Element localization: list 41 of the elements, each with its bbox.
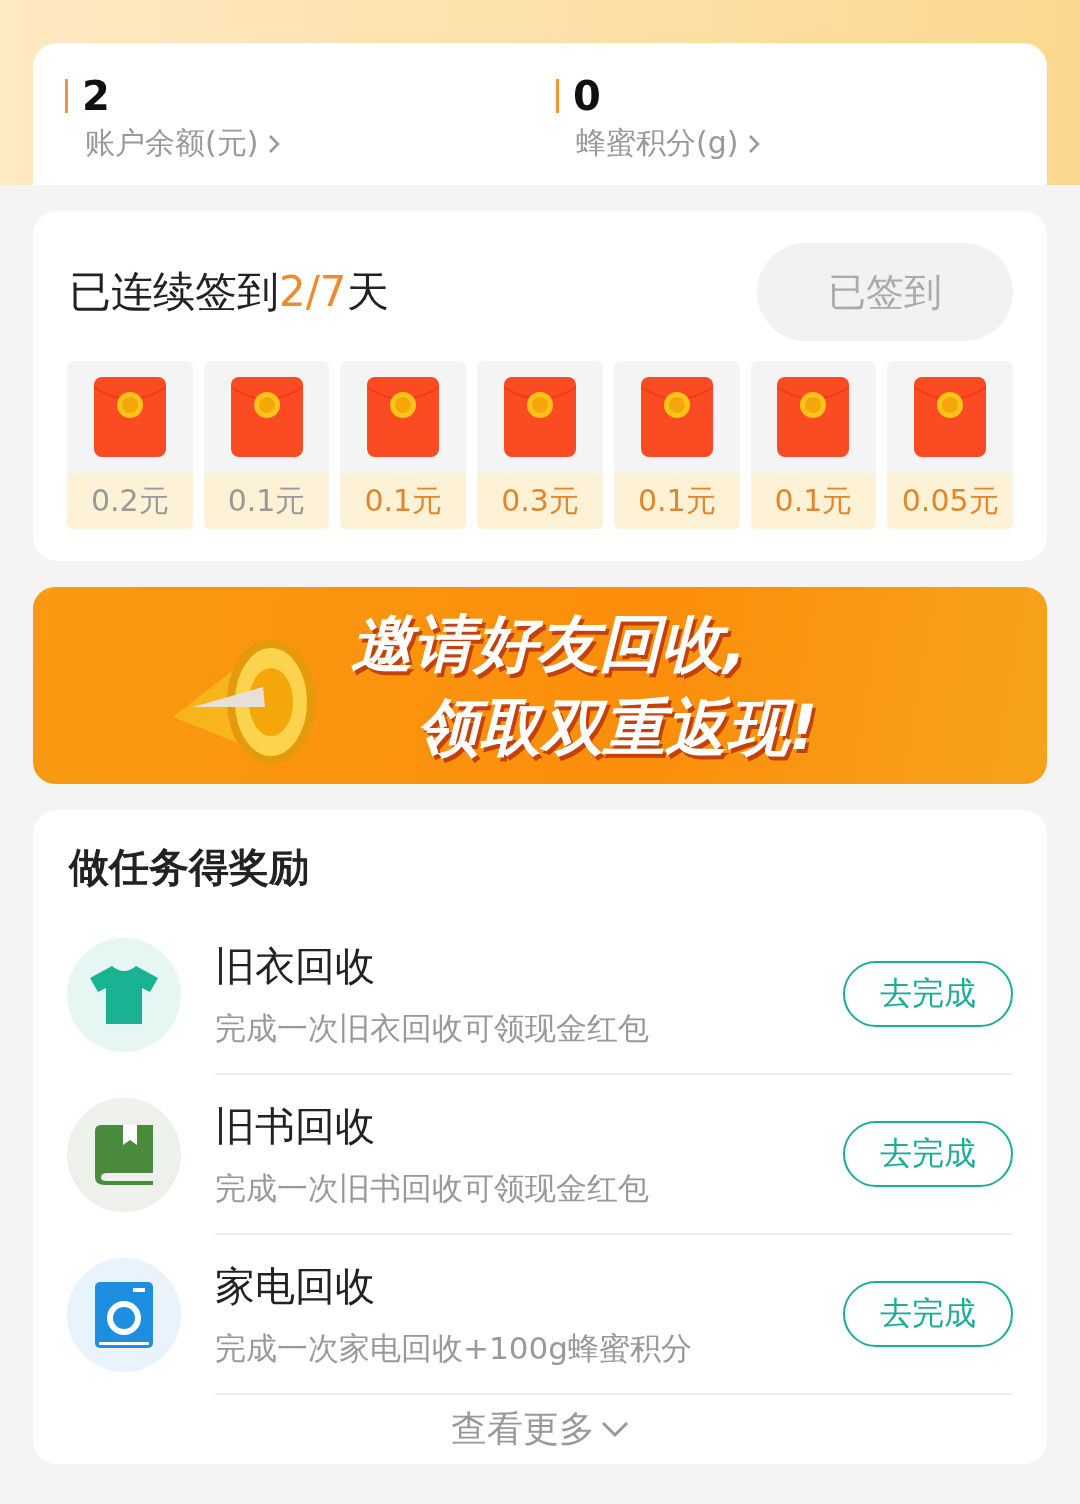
- invite-banner[interactable]: 邀请好友回收, 领取双重返现!: [33, 587, 1047, 784]
- envelope-icon: [640, 377, 713, 457]
- balance-link[interactable]: 蜂蜜积分(g): [576, 123, 1047, 164]
- t-shirt-icon: [90, 966, 158, 1024]
- banner-headline: 领取双重返现!: [417, 689, 818, 766]
- chevron-right-icon: [748, 133, 761, 154]
- tasks-title: 做任务得奖励: [67, 843, 310, 892]
- envelope-icon: [504, 377, 576, 457]
- reward-amount: 0.1元: [750, 473, 877, 529]
- reward-amount: 0.1元: [340, 473, 467, 529]
- envelope-icon: [914, 377, 987, 457]
- chevron-down-icon: [601, 1420, 629, 1439]
- task-description: 完成一次家电回收+100g蜂蜜积分: [215, 1328, 692, 1368]
- envelope-icon: [230, 377, 303, 457]
- envelope-icon: [93, 377, 166, 457]
- task-description: 完成一次旧衣回收可领现金红包: [215, 1008, 649, 1048]
- checkin-title: 已连续签到2/7天: [69, 266, 389, 318]
- task-name: 旧衣回收: [215, 941, 376, 991]
- chevron-right-icon: [268, 133, 281, 154]
- complete-task-button[interactable]: 去完成: [843, 961, 1013, 1027]
- book-icon: [95, 1125, 153, 1185]
- accent-bar: [556, 79, 559, 113]
- balance-value: 2: [82, 73, 110, 119]
- washing-machine-icon: [95, 1282, 153, 1348]
- balance-link[interactable]: 账户余额(元): [85, 123, 556, 164]
- balance-value: 0: [573, 73, 601, 119]
- reward-amount: 0.1元: [613, 473, 740, 529]
- task-name: 家电回收: [215, 1261, 376, 1311]
- envelope-icon: [777, 377, 850, 457]
- accent-bar: [65, 79, 68, 113]
- task-description: 完成一次旧书回收可领现金红包: [215, 1168, 649, 1208]
- complete-task-button[interactable]: 去完成: [843, 1121, 1013, 1187]
- reward-amount: 0.2元: [67, 473, 193, 529]
- banner-headline: 邀请好友回收,: [351, 605, 748, 682]
- task-name: 旧书回收: [215, 1101, 376, 1151]
- complete-task-button[interactable]: 去完成: [843, 1281, 1013, 1347]
- reward-amount: 0.1元: [203, 473, 330, 529]
- envelope-icon: [367, 377, 440, 457]
- reward-amount: 0.05元: [887, 473, 1014, 529]
- reward-amount: 0.3元: [477, 473, 603, 529]
- view-more-link[interactable]: 查看更多: [451, 1405, 595, 1454]
